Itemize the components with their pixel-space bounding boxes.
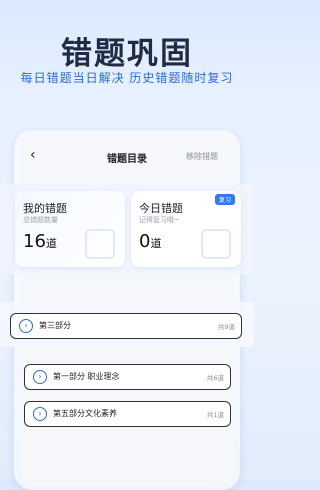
card-count: 0道 xyxy=(139,231,162,252)
nav-bar: ‹ 错题目录 移除错题 xyxy=(20,146,234,170)
list-item-label: 第五部分文化素养 xyxy=(53,409,117,418)
review-badge[interactable]: 复习 xyxy=(214,194,235,205)
list-item-count: 共9道 xyxy=(217,323,235,331)
my-errors-card[interactable]: 我的错题 总错题数量 16道 xyxy=(15,191,125,267)
pencil-icon xyxy=(85,229,115,259)
card-title: 今日错题 xyxy=(139,202,183,215)
card-count: 16道 xyxy=(23,231,57,252)
card-subtitle: 记得复习哦~ xyxy=(139,216,180,224)
chevron-right-icon: › xyxy=(19,319,33,333)
card-subtitle: 总错题数量 xyxy=(23,216,58,224)
chevron-right-icon: › xyxy=(33,370,47,384)
list-item[interactable]: › 第五部分文化素养 共1道 xyxy=(24,401,231,427)
list-item-label: 第三部分 xyxy=(39,321,71,330)
remove-errors-button[interactable]: 移除错题 xyxy=(186,151,218,162)
list-item-count: 共6道 xyxy=(206,374,224,382)
chevron-right-icon: › xyxy=(33,407,47,421)
document-icon xyxy=(201,229,231,259)
hero-title: 错题巩固 xyxy=(61,36,193,72)
today-errors-card[interactable]: 复习 今日错题 记得复习哦~ 0道 xyxy=(131,191,241,267)
list-item-label: 第一部分 职业理念 xyxy=(53,372,120,381)
list-item[interactable]: › 第三部分 共9道 xyxy=(10,313,242,339)
list-item-count: 共1道 xyxy=(206,411,224,419)
list-item[interactable]: › 第一部分 职业理念 共6道 xyxy=(24,364,231,390)
card-title: 我的错题 xyxy=(23,202,67,215)
hero-subtitle: 每日错题当日解决 历史错题随时复习 xyxy=(20,71,234,85)
